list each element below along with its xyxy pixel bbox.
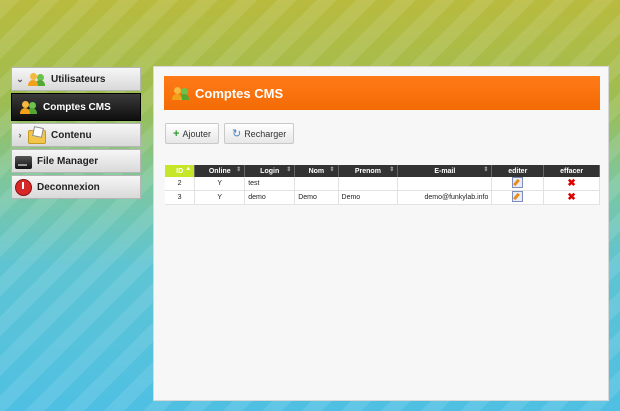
column-header-prenom[interactable]: Prenom ⇕	[338, 165, 399, 177]
delete-icon[interactable]: ✖	[567, 192, 575, 203]
edit-icon[interactable]	[512, 191, 524, 202]
cell-prenom: Demo	[338, 190, 399, 205]
column-header-online[interactable]: Online ⇕	[194, 165, 246, 177]
sidebar-item-label: Utilisateurs	[51, 73, 106, 85]
table-row[interactable]: 2 Y test ✖	[165, 177, 600, 191]
page-title: Comptes CMS	[195, 85, 284, 101]
chevron-right-icon: ›	[18, 130, 22, 140]
chevron-down-icon: ⌄	[16, 73, 24, 84]
cell-email	[397, 177, 493, 191]
column-header-label: Login	[260, 167, 280, 175]
sort-icon: ⇕	[389, 167, 395, 173]
column-header-label: Nom	[308, 167, 325, 175]
sort-icon: ⇕	[286, 167, 292, 173]
delete-cell: ✖	[543, 190, 600, 205]
folder-icon	[28, 129, 46, 144]
column-header-login[interactable]: Login ⇕	[244, 165, 296, 177]
sort-icon: ⇕	[236, 167, 242, 173]
sidebar: ⌄ Utilisateurs Comptes CMS › Contenu Fil…	[11, 67, 141, 201]
cell-login: demo	[244, 190, 296, 205]
sidebar-item-deconnexion[interactable]: Deconnexion	[11, 175, 141, 199]
sidebar-item-utilisateurs[interactable]: ⌄ Utilisateurs	[11, 67, 141, 91]
sidebar-item-file-manager[interactable]: File Manager	[11, 149, 141, 173]
users-icon	[20, 99, 38, 115]
column-header-label: Online	[208, 167, 231, 175]
cell-login: test	[244, 177, 296, 191]
delete-cell: ✖	[543, 177, 600, 191]
column-header-editer: editer	[491, 165, 545, 177]
edit-icon[interactable]	[512, 177, 524, 188]
reload-icon: ↻	[231, 128, 242, 140]
column-header-nom[interactable]: Nom ⇕	[294, 165, 339, 177]
sidebar-item-label: File Manager	[37, 155, 99, 167]
edit-cell	[491, 190, 545, 205]
sort-asc-icon: ▲	[185, 166, 192, 172]
cell-prenom	[338, 177, 399, 191]
sidebar-item-label: Contenu	[51, 129, 92, 141]
cell-id: 3	[165, 190, 196, 205]
main-panel: Comptes CMS + Ajouter ↻ Recharger ID ▲ On…	[153, 66, 609, 401]
column-header-label: E-mail	[434, 167, 456, 175]
column-header-label: editer	[508, 167, 528, 175]
power-icon	[15, 178, 32, 196]
sidebar-item-label: Comptes CMS	[43, 101, 111, 113]
sidebar-item-label: Deconnexion	[37, 181, 100, 193]
column-header-id[interactable]: ID ▲	[165, 165, 196, 177]
column-header-label: ID	[176, 167, 184, 175]
panel-header: Comptes CMS	[164, 76, 600, 110]
cell-id: 2	[165, 177, 196, 191]
sidebar-item-comptes-cms[interactable]: Comptes CMS	[11, 93, 141, 121]
users-icon	[28, 71, 46, 87]
cell-online: Y	[194, 177, 246, 191]
hard-drive-icon	[15, 155, 32, 169]
table-header-row: ID ▲ Online ⇕ Login ⇕ Nom ⇕ Prenom ⇕ E-mail ⇕ …	[165, 165, 600, 177]
users-icon	[172, 85, 190, 101]
column-header-label: Prenom	[354, 167, 381, 175]
reload-button-label: Recharger	[244, 128, 287, 139]
reload-button[interactable]: ↻ Recharger	[223, 123, 295, 144]
cell-email: demo@funkylab.info	[397, 190, 493, 205]
toolbar: + Ajouter ↻ Recharger	[165, 123, 295, 144]
column-header-email[interactable]: E-mail ⇕	[397, 165, 493, 177]
add-button[interactable]: + Ajouter	[165, 123, 219, 144]
plus-icon: +	[173, 127, 180, 140]
cell-nom: Demo	[294, 190, 339, 205]
column-header-effacer: effacer	[543, 165, 600, 177]
sort-icon: ⇕	[329, 167, 335, 173]
edit-cell	[491, 177, 545, 191]
sidebar-item-contenu[interactable]: › Contenu	[11, 123, 141, 147]
column-header-label: effacer	[560, 167, 584, 175]
sort-icon: ⇕	[483, 167, 489, 173]
delete-icon[interactable]: ✖	[567, 178, 575, 189]
accounts-table: ID ▲ Online ⇕ Login ⇕ Nom ⇕ Prenom ⇕ E-mail ⇕ …	[165, 165, 600, 205]
add-button-label: Ajouter	[182, 128, 211, 139]
cell-online: Y	[194, 190, 246, 205]
table-row[interactable]: 3 Y demo Demo Demo demo@funkylab.info ✖	[165, 190, 600, 205]
cell-nom	[294, 177, 339, 191]
